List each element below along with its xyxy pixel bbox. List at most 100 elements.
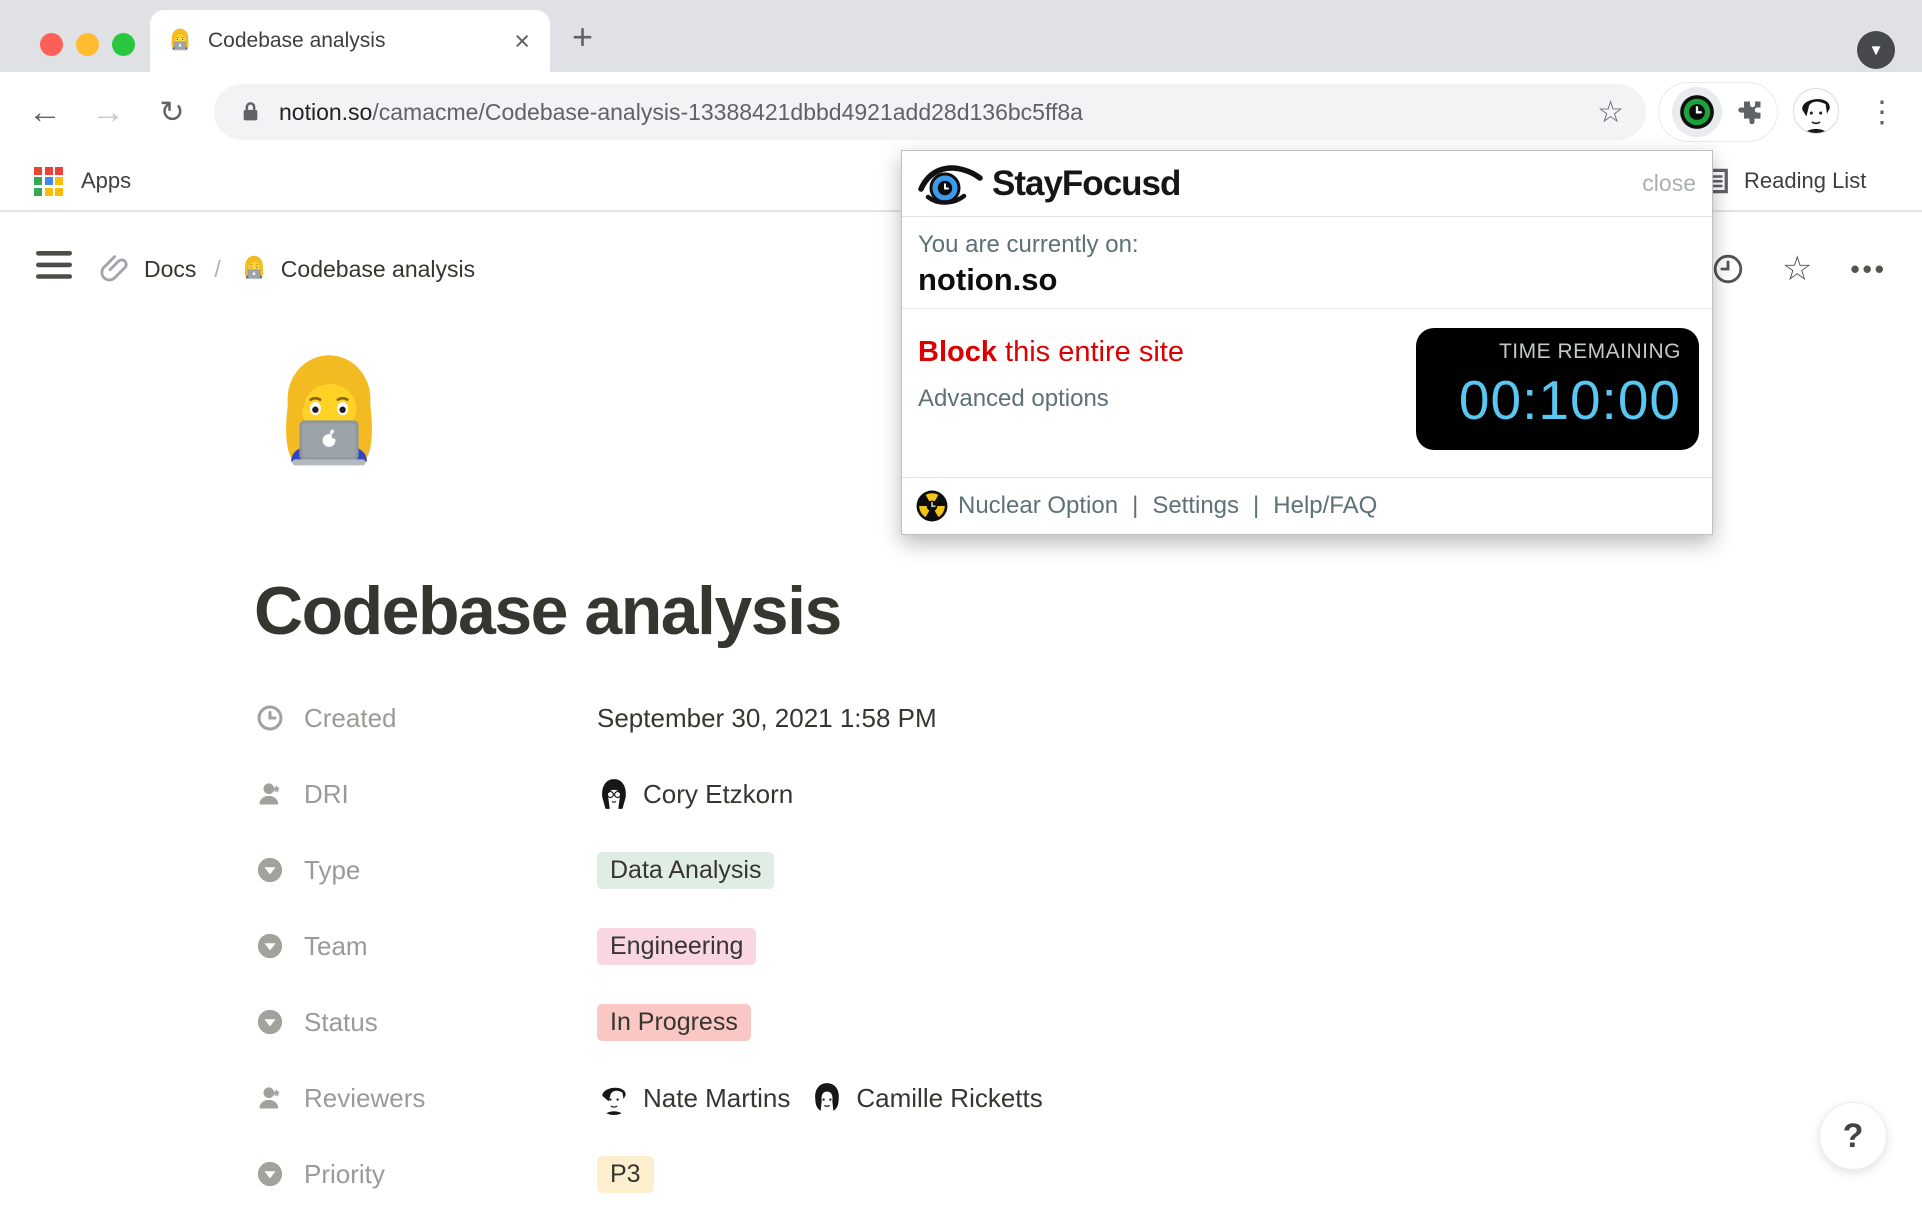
property-value[interactable]: September 30, 2021 1:58 PM xyxy=(597,703,937,734)
property-key[interactable]: DRI xyxy=(256,779,597,810)
footer-link-separator: | xyxy=(1239,492,1273,520)
footer-link-settings[interactable]: Settings xyxy=(1152,492,1239,520)
apps-grid-icon xyxy=(34,167,63,196)
zoom-window-button[interactable] xyxy=(112,33,135,56)
stayfocusd-extension-icon[interactable] xyxy=(1672,87,1722,137)
sidebar-hamburger-icon[interactable] xyxy=(36,250,72,280)
timer-label: TIME REMAINING xyxy=(1434,340,1681,364)
tab-search-button[interactable]: ▼ xyxy=(1857,31,1895,69)
breadcrumb-item[interactable]: Docs xyxy=(98,252,196,286)
property-label: Priority xyxy=(304,1159,385,1190)
extensions-puzzle-icon[interactable] xyxy=(1735,97,1765,127)
extensions-area xyxy=(1658,82,1778,142)
timer-value: 00:10:00 xyxy=(1434,368,1681,432)
property-label: Status xyxy=(304,1007,378,1038)
stayfocusd-eye-logo-icon xyxy=(918,161,984,207)
person-chip[interactable]: Cory Etzkorn xyxy=(597,777,793,811)
person-icon xyxy=(256,780,284,808)
updates-clock-icon[interactable] xyxy=(1712,253,1744,285)
property-row: DRI Cory Etzkorn xyxy=(256,766,1356,822)
property-label: DRI xyxy=(304,779,349,810)
footer-link-help-faq[interactable]: Help/FAQ xyxy=(1273,492,1377,520)
property-row: Status In Progress xyxy=(256,994,1356,1050)
traffic-lights xyxy=(40,33,135,56)
url-path: /camacme/Codebase-analysis-13388421dbbd4… xyxy=(372,99,1083,125)
tag-badge[interactable]: Data Analysis xyxy=(597,852,774,889)
page-icon-woman-technologist[interactable] xyxy=(258,342,400,494)
property-key[interactable]: Status xyxy=(256,1007,597,1038)
avatar xyxy=(597,1081,631,1115)
woman-technologist-icon xyxy=(239,254,269,284)
lock-icon[interactable] xyxy=(240,100,261,124)
chevron-down-icon: ▼ xyxy=(1869,42,1884,59)
avatar xyxy=(597,777,631,811)
url-text: notion.so/camacme/Codebase-analysis-1338… xyxy=(279,99,1083,126)
tag-badge[interactable]: In Progress xyxy=(597,1004,751,1041)
reading-list-button[interactable]: Reading List xyxy=(1700,152,1866,210)
forward-button: → xyxy=(78,72,138,152)
avatar xyxy=(810,1081,844,1115)
page-menu-ellipsis-icon[interactable]: ••• xyxy=(1850,254,1886,285)
property-value[interactable]: P3 xyxy=(597,1156,654,1193)
property-label: Type xyxy=(304,855,360,886)
browser-titlebar: Codebase analysis × + ▼ xyxy=(0,0,1922,72)
property-label: Reviewers xyxy=(304,1083,425,1114)
popup-close-link[interactable]: close xyxy=(1642,170,1696,197)
property-key[interactable]: Priority xyxy=(256,1159,597,1190)
advanced-options-link[interactable]: Advanced options xyxy=(918,385,1109,413)
page-title[interactable]: Codebase analysis xyxy=(254,572,841,650)
close-window-button[interactable] xyxy=(40,33,63,56)
select-icon xyxy=(256,856,284,884)
property-key[interactable]: Created xyxy=(256,703,597,734)
block-site-link[interactable]: Block this entire site xyxy=(918,336,1184,369)
minimize-window-button[interactable] xyxy=(76,33,99,56)
select-icon xyxy=(256,1160,284,1188)
tab-close-icon[interactable]: × xyxy=(514,28,530,55)
property-key[interactable]: Team xyxy=(256,931,597,962)
property-label: Team xyxy=(304,931,368,962)
bookmark-star-icon[interactable]: ☆ xyxy=(1597,95,1624,130)
property-value[interactable]: In Progress xyxy=(597,1004,751,1041)
person-chip[interactable]: Nate Martins xyxy=(597,1081,790,1115)
breadcrumb-item[interactable]: Codebase analysis xyxy=(239,254,475,284)
tag-badge[interactable]: Engineering xyxy=(597,928,756,965)
favorite-star-icon[interactable]: ☆ xyxy=(1782,249,1812,289)
apps-label: Apps xyxy=(81,168,131,194)
help-button[interactable]: ? xyxy=(1819,1102,1887,1170)
browser-tab[interactable]: Codebase analysis × xyxy=(150,10,550,72)
property-key[interactable]: Type xyxy=(256,855,597,886)
person-name: Camille Ricketts xyxy=(856,1083,1042,1114)
property-row: Team Engineering xyxy=(256,918,1356,974)
property-key[interactable]: Reviewers xyxy=(256,1083,597,1114)
property-row: Reviewers Nate Martins Camille Ricketts xyxy=(256,1070,1356,1126)
browser-toolbar: ← → ↻ notion.so/camacme/Codebase-analysi… xyxy=(0,72,1922,152)
current-site-label: You are currently on: xyxy=(918,231,1696,259)
breadcrumb-label: Codebase analysis xyxy=(281,256,475,283)
paperclip-icon xyxy=(98,252,132,286)
notion-page-actions: ☆ ••• xyxy=(1712,234,1887,304)
person-chip[interactable]: Camille Ricketts xyxy=(810,1081,1042,1115)
page-properties: Created September 30, 2021 1:58 PM DRI Cory… xyxy=(256,690,1356,1222)
property-value[interactable]: Nate Martins Camille Ricketts xyxy=(597,1081,1043,1115)
breadcrumb: Docs/Codebase analysis xyxy=(98,234,475,304)
apps-shortcut[interactable]: Apps xyxy=(34,152,131,210)
property-value[interactable]: Cory Etzkorn xyxy=(597,777,793,811)
footer-link-separator: | xyxy=(1118,492,1152,520)
people-icon xyxy=(256,1084,284,1112)
browser-menu-kebab-icon[interactable]: ⋮ xyxy=(1862,72,1902,152)
property-text-value: September 30, 2021 1:58 PM xyxy=(597,703,937,734)
block-rest: this entire site xyxy=(997,336,1184,368)
property-value[interactable]: Engineering xyxy=(597,928,756,965)
property-value[interactable]: Data Analysis xyxy=(597,852,774,889)
address-bar[interactable]: notion.so/camacme/Codebase-analysis-1338… xyxy=(214,84,1646,140)
back-button[interactable]: ← xyxy=(15,72,75,152)
tag-badge[interactable]: P3 xyxy=(597,1156,654,1193)
tab-title: Codebase analysis xyxy=(208,29,514,53)
profile-avatar[interactable] xyxy=(1793,88,1839,134)
reload-button[interactable]: ↻ xyxy=(142,72,202,152)
property-label: Created xyxy=(304,703,397,734)
select-icon xyxy=(256,1008,284,1036)
url-domain: notion.so xyxy=(279,99,372,125)
footer-link-nuclear-option[interactable]: Nuclear Option xyxy=(958,492,1118,520)
new-tab-button[interactable]: + xyxy=(572,16,593,58)
